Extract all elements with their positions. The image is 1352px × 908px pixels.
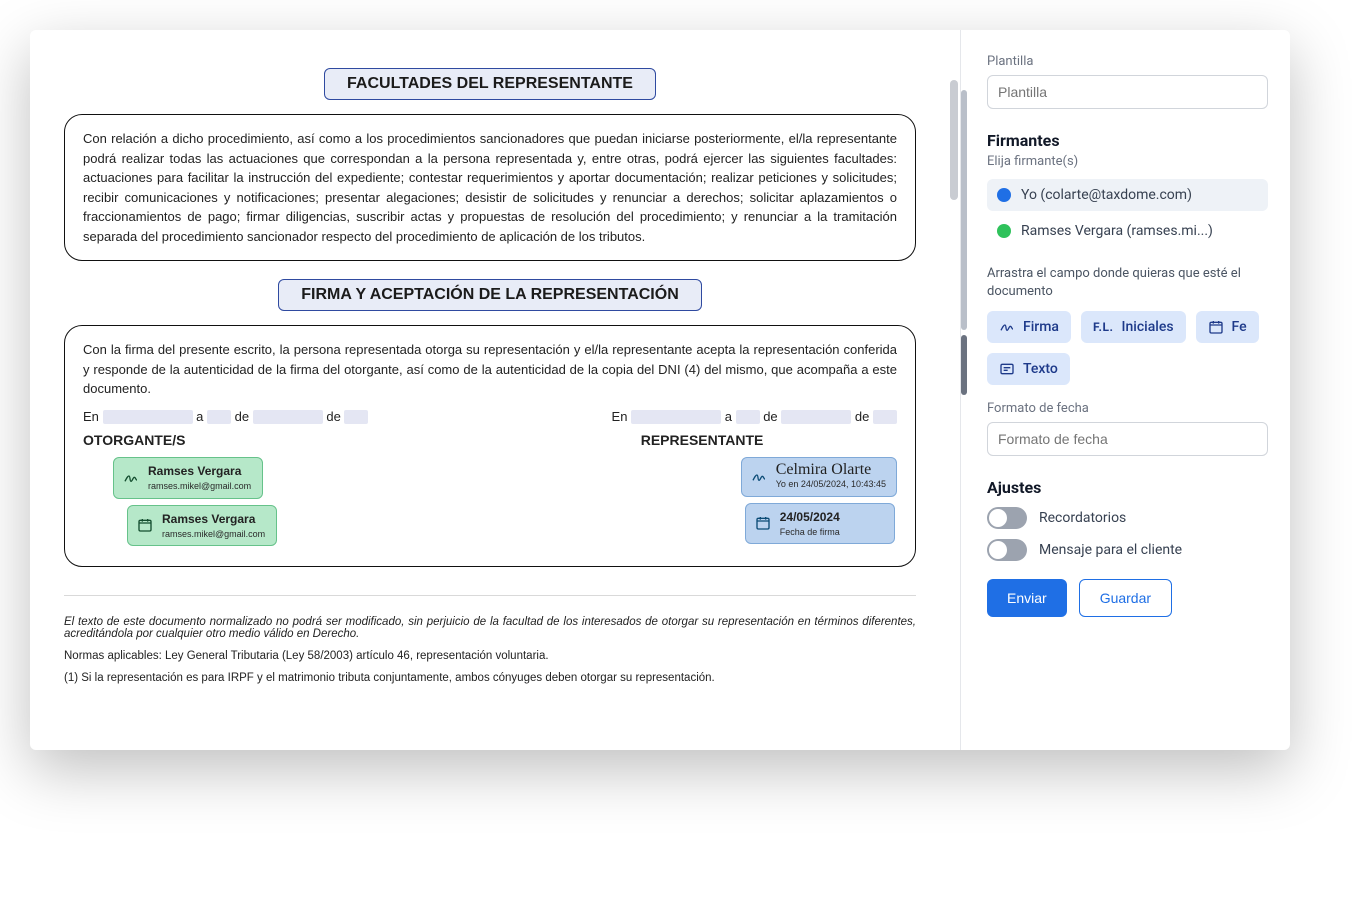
chip-fecha[interactable]: Fe <box>1196 311 1259 343</box>
sig-script-name: Celmira Olarte <box>776 462 886 478</box>
a-label-2: a <box>725 409 732 424</box>
fill-day-2[interactable] <box>736 410 760 424</box>
signer-item-self[interactable]: Yo (colarte@taxdome.com) <box>987 179 1268 211</box>
chip-label: Firma <box>1023 319 1059 335</box>
de-label-1b: de <box>326 409 340 424</box>
en-label: En <box>83 409 99 424</box>
fill-city-2[interactable] <box>631 410 721 424</box>
representante-heading: REPRESENTANTE <box>641 430 897 451</box>
fill-city-1[interactable] <box>103 410 193 424</box>
footnote-2: Normas aplicables: Ley General Tributari… <box>64 650 916 662</box>
de-label-1a: de <box>235 409 249 424</box>
sig-name: Ramses Vergara <box>162 510 265 528</box>
signers-subtitle: Elija firmante(s) <box>987 154 1268 169</box>
sig-sub: Fecha de firma <box>780 526 840 540</box>
calendar-icon <box>136 516 154 534</box>
toggle-label-client-message: Mensaje para el cliente <box>1039 542 1182 558</box>
fill-month-1[interactable] <box>253 410 323 424</box>
side-panel: Plantilla Firmantes Elija firmante(s) Yo… <box>960 30 1290 750</box>
firma-box: Con la firma del presente escrito, la pe… <box>64 325 916 567</box>
toggle-label-reminders: Recordatorios <box>1039 510 1126 526</box>
firma-body-text: Con la firma del presente escrito, la pe… <box>83 340 897 399</box>
fill-month-2[interactable] <box>781 410 851 424</box>
send-button[interactable]: Enviar <box>987 579 1067 617</box>
de-label-2a: de <box>763 409 777 424</box>
signature-field-otorgante-1[interactable]: Ramses Vergara ramses.mikel@gmail.com <box>113 457 263 499</box>
date-field-representante[interactable]: 24/05/2024 Fecha de firma <box>745 503 895 545</box>
chip-label: Iniciales <box>1122 319 1174 335</box>
footnote-1: El texto de este documento normalizado n… <box>64 616 916 640</box>
side-scrollbar-track[interactable] <box>961 90 967 330</box>
date-field-otorgante[interactable]: Ramses Vergara ramses.mikel@gmail.com <box>127 505 277 547</box>
drag-hint-text: Arrastra el campo donde quieras que esté… <box>987 265 1268 301</box>
fill-day-1[interactable] <box>207 410 231 424</box>
sig-sub: Yo en 24/05/2024, 10:43:45 <box>776 478 886 492</box>
signer-label: Ramses Vergara (ramses.mi...) <box>1021 223 1213 239</box>
toggle-client-message[interactable] <box>987 539 1027 561</box>
side-scrollbar-thumb[interactable] <box>961 335 967 395</box>
fill-year-2[interactable] <box>873 410 897 424</box>
field-chip-row: Firma F.L. Iniciales Fe Texto <box>987 311 1268 385</box>
signer-dot-blue <box>997 188 1011 202</box>
signature-icon <box>122 469 140 487</box>
signer-item-other[interactable]: Ramses Vergara (ramses.mi...) <box>987 215 1268 247</box>
settings-heading: Ajustes <box>987 478 1268 497</box>
footnote-3: (1) Si la representación es para IRPF y … <box>64 672 916 684</box>
document-pane[interactable]: FACULTADES DEL REPRESENTANTE Con relació… <box>30 30 960 750</box>
initials-icon: F.L. <box>1093 320 1114 334</box>
template-select[interactable] <box>987 75 1268 109</box>
scrollbar-thumb[interactable] <box>950 80 958 200</box>
app-window: FACULTADES DEL REPRESENTANTE Con relació… <box>30 30 1290 750</box>
de-label-2b: de <box>855 409 869 424</box>
chip-iniciales[interactable]: F.L. Iniciales <box>1081 311 1186 343</box>
signature-icon <box>750 468 768 486</box>
toggle-reminders[interactable] <box>987 507 1027 529</box>
save-button[interactable]: Guardar <box>1079 579 1172 617</box>
signature-icon <box>999 319 1015 335</box>
chip-firma[interactable]: Firma <box>987 311 1071 343</box>
signers-heading: Firmantes <box>987 131 1268 150</box>
sig-name: Ramses Vergara <box>148 462 251 480</box>
signer-label: Yo (colarte@taxdome.com) <box>1021 187 1192 203</box>
date-line-left-right: En a de de En a de <box>83 407 897 427</box>
chip-label: Fe <box>1232 319 1247 335</box>
page-divider <box>64 595 916 596</box>
calendar-icon <box>754 514 772 532</box>
fill-year-1[interactable] <box>344 410 368 424</box>
signer-dot-green <box>997 224 1011 238</box>
signature-field-representante[interactable]: Celmira Olarte Yo en 24/05/2024, 10:43:4… <box>741 457 897 497</box>
sig-sub: ramses.mikel@gmail.com <box>162 528 265 542</box>
calendar-icon <box>1208 319 1224 335</box>
section-title-facultades: FACULTADES DEL REPRESENTANTE <box>324 68 656 100</box>
section-title-firma: FIRMA Y ACEPTACIÓN DE LA REPRESENTACIÓN <box>278 279 702 311</box>
sig-date: 24/05/2024 <box>780 508 840 526</box>
chip-label: Texto <box>1023 361 1058 377</box>
chip-texto[interactable]: Texto <box>987 353 1070 385</box>
facultades-box: Con relación a dicho procedimiento, así … <box>64 114 916 261</box>
a-label-1: a <box>196 409 203 424</box>
text-icon <box>999 361 1015 377</box>
date-format-select[interactable] <box>987 422 1268 456</box>
sig-sub: ramses.mikel@gmail.com <box>148 480 251 494</box>
date-format-label: Formato de fecha <box>987 401 1268 416</box>
otorgante-heading: OTORGANTE/S <box>83 430 277 451</box>
en-label-2: En <box>612 409 628 424</box>
template-label: Plantilla <box>987 54 1268 69</box>
